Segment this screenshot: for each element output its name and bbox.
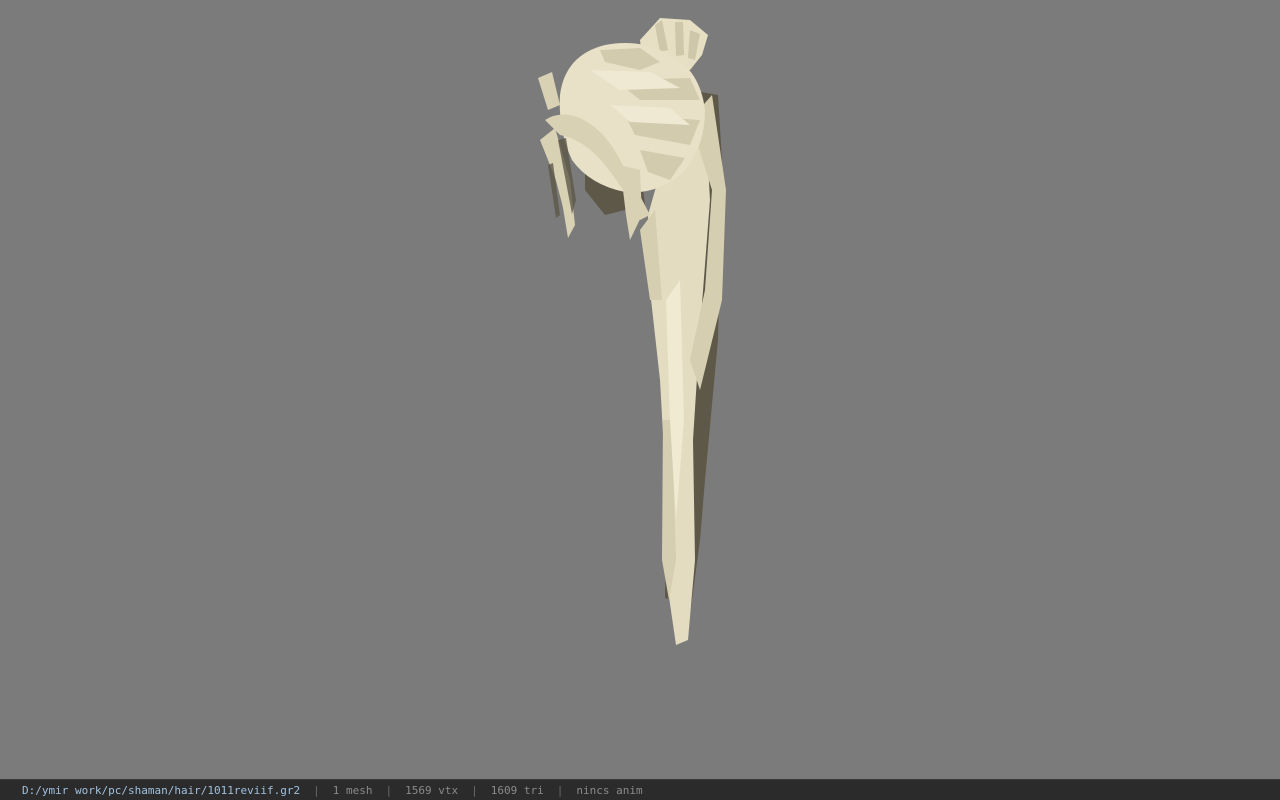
separator: | bbox=[556, 783, 564, 797]
file-path-label: D:/ymir work/pc/shaman/hair/1011reviif.g… bbox=[22, 783, 301, 797]
animation-status-label: nincs anim bbox=[576, 783, 643, 797]
separator: | bbox=[313, 783, 320, 797]
status-bar: D:/ymir work/pc/shaman/hair/1011reviif.g… bbox=[0, 779, 1280, 800]
3d-viewport[interactable] bbox=[0, 0, 1280, 779]
separator: | bbox=[385, 783, 393, 797]
mesh-count-label: 1 mesh bbox=[332, 783, 373, 797]
triangle-count-label: 1609 tri bbox=[490, 783, 544, 797]
vertex-count-label: 1569 vtx bbox=[405, 783, 459, 797]
hair-model-render bbox=[538, 18, 726, 645]
separator: | bbox=[471, 783, 478, 797]
